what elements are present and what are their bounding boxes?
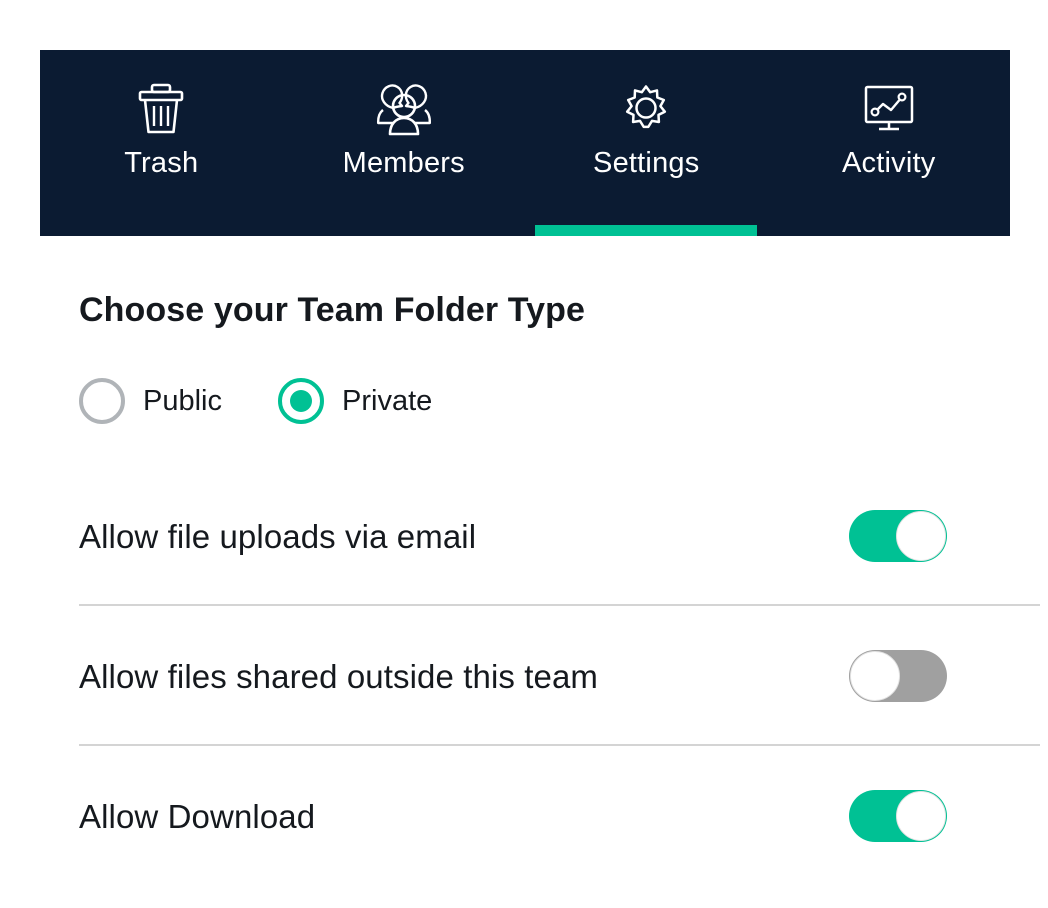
trash-icon xyxy=(132,80,190,138)
radio-option-private[interactable]: Private xyxy=(278,378,432,424)
setting-row-email-uploads: Allow file uploads via email xyxy=(0,466,1048,606)
setting-label-allow-download: Allow Download xyxy=(79,797,316,835)
toggle-knob xyxy=(896,511,946,561)
toggle-knob xyxy=(850,651,900,701)
tab-label-settings: Settings xyxy=(593,147,700,179)
radio-dot-icon xyxy=(290,390,312,412)
toggle-external-sharing[interactable] xyxy=(849,650,947,702)
toggle-allow-download[interactable] xyxy=(849,790,947,842)
monitor-chart-icon xyxy=(860,80,918,138)
radio-label-public: Public xyxy=(143,385,222,417)
tab-label-trash: Trash xyxy=(124,147,199,179)
tab-members[interactable]: Members xyxy=(283,50,526,236)
tab-active-indicator xyxy=(535,225,758,236)
toggle-email-uploads[interactable] xyxy=(849,510,947,562)
members-icon xyxy=(375,80,433,138)
page-title: Choose your Team Folder Type xyxy=(79,291,585,329)
settings-screen: Trash Members Settings Activity Choose y… xyxy=(0,0,1048,908)
setting-row-allow-download: Allow Download xyxy=(0,746,1048,886)
setting-row-external-sharing: Allow files shared outside this team xyxy=(0,606,1048,746)
tab-activity[interactable]: Activity xyxy=(768,50,1011,236)
toggle-rows-list: Allow file uploads via email Allow files… xyxy=(0,466,1048,886)
setting-label-email-uploads: Allow file uploads via email xyxy=(79,517,477,555)
radio-circle-icon xyxy=(278,378,324,424)
setting-label-external-sharing: Allow files shared outside this team xyxy=(79,657,599,695)
top-navigation-bar: Trash Members Settings Activity xyxy=(40,50,1010,236)
tab-label-members: Members xyxy=(342,147,465,179)
radio-option-public[interactable]: Public xyxy=(79,378,222,424)
tab-trash[interactable]: Trash xyxy=(40,50,283,236)
toggle-knob xyxy=(896,791,946,841)
radio-circle-icon xyxy=(79,378,125,424)
folder-type-radio-group: Public Private xyxy=(79,378,432,424)
tab-label-activity: Activity xyxy=(842,147,936,179)
tab-settings[interactable]: Settings xyxy=(525,50,768,236)
gear-icon xyxy=(617,80,675,138)
radio-label-private: Private xyxy=(342,385,433,417)
